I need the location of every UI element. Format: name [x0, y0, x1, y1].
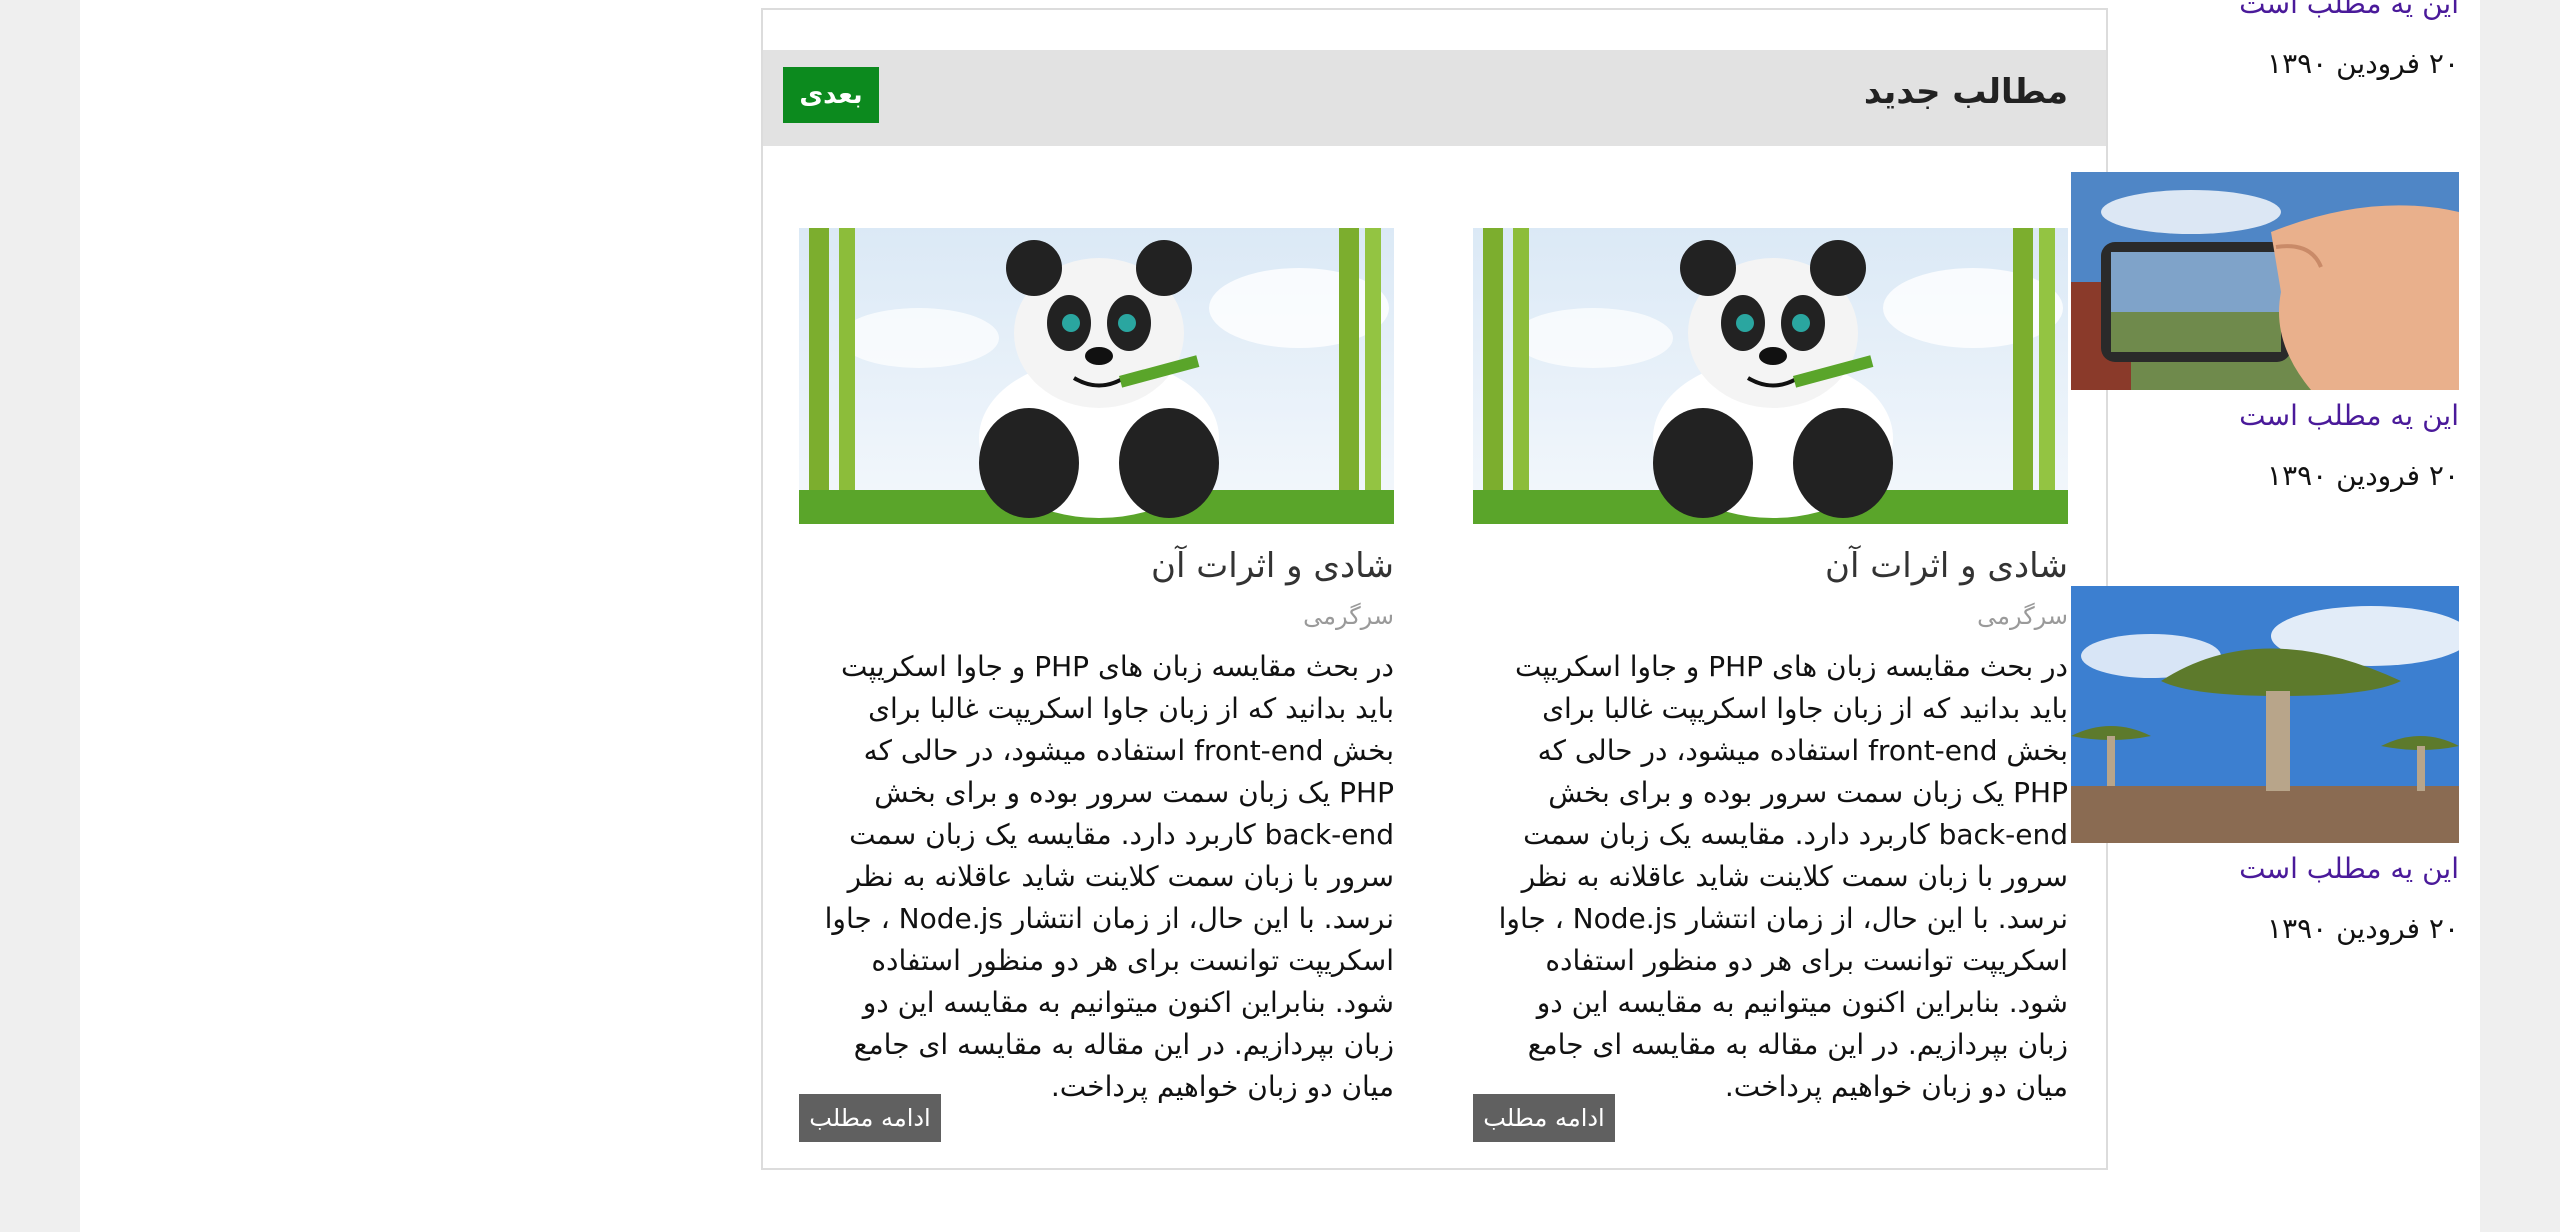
page: مطالب جدید بعدی شادی و اثرات آن سرگرمی د… [80, 0, 2480, 1232]
sidebar-item-date: ۲۰ فرودین ۱۳۹۰ [2267, 912, 2459, 945]
panda-image[interactable] [1473, 228, 2068, 524]
phone-photo-image[interactable] [2071, 172, 2459, 390]
dragon-tree-image[interactable] [2071, 586, 2459, 843]
sidebar-item-date: ۲۰ فرودین ۱۳۹۰ [2267, 47, 2459, 80]
sidebar-item: این یه مطلب است ۲۰ فرودین ۱۳۹۰ [2071, 586, 2459, 947]
next-button[interactable]: بعدی [783, 67, 879, 123]
posts-header: مطالب جدید بعدی [763, 50, 2106, 146]
panda-image[interactable] [799, 228, 1394, 524]
sidebar-item: این یه مطلب است ۲۰ فرودین ۱۳۹۰ [2071, 0, 2459, 82]
post-title[interactable]: شادی و اثرات آن [1473, 544, 2068, 588]
new-posts-section: مطالب جدید بعدی شادی و اثرات آن سرگرمی د… [761, 8, 2108, 1170]
sidebar-item-date: ۲۰ فرودین ۱۳۹۰ [2267, 459, 2459, 492]
post-title[interactable]: شادی و اثرات آن [799, 544, 1394, 588]
sidebar-item-link[interactable]: این یه مطلب است [2071, 851, 2459, 887]
post-card: شادی و اثرات آن سرگرمی در بحث مقایسه زبا… [799, 228, 1394, 1142]
sidebar-item-link[interactable]: این یه مطلب است [2071, 0, 2459, 22]
post-excerpt: در بحث مقایسه زبان های PHP و جاوا اسکریپ… [824, 650, 1394, 1103]
post-category[interactable]: سرگرمی [1473, 600, 2068, 632]
posts-title: مطالب جدید [1863, 72, 2068, 112]
sidebar-item: این یه مطلب است ۲۰ فرودین ۱۳۹۰ [2071, 172, 2459, 494]
sidebar-item-link[interactable]: این یه مطلب است [2071, 398, 2459, 434]
post-category[interactable]: سرگرمی [799, 600, 1394, 632]
read-more-button[interactable]: ادامه مطلب [1473, 1094, 1615, 1142]
post-excerpt: در بحث مقایسه زبان های PHP و جاوا اسکریپ… [1498, 650, 2068, 1103]
read-more-button[interactable]: ادامه مطلب [799, 1094, 941, 1142]
post-card: شادی و اثرات آن سرگرمی در بحث مقایسه زبا… [1473, 228, 2068, 1142]
